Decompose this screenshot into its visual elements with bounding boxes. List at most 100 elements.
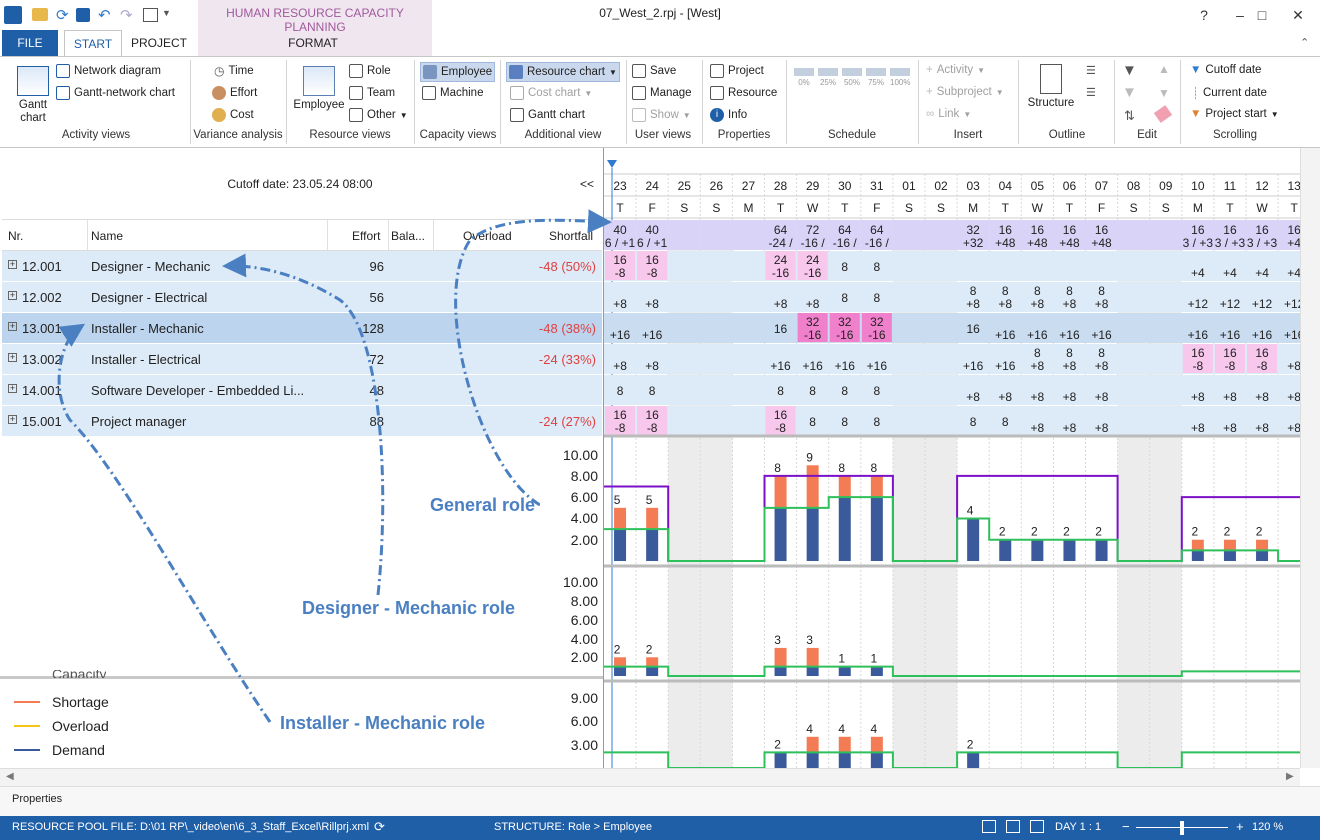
- resource-chart-button[interactable]: Resource chart ▼: [506, 62, 620, 82]
- close-button[interactable]: ✕: [1276, 2, 1320, 28]
- cell-balance: +16: [1091, 328, 1112, 342]
- variance-cost-button[interactable]: Cost: [212, 108, 254, 122]
- sync-icon[interactable]: ⟳: [374, 819, 385, 835]
- scroll-current-button[interactable]: ┊ Current date: [1192, 86, 1267, 100]
- table-row[interactable]: +14.001 Software Developer - Embedded Li.…: [2, 375, 602, 406]
- save-icon[interactable]: [76, 8, 90, 22]
- gantt-network-button[interactable]: Gantt-network chart: [56, 86, 175, 100]
- cost-chart-button[interactable]: Cost chart ▼: [510, 86, 592, 100]
- table-row[interactable]: +12.002 Designer - Electrical 56: [2, 282, 602, 313]
- column-divider[interactable]: [327, 220, 328, 250]
- horizontal-scrollbar[interactable]: ◀ ▶: [0, 768, 1300, 786]
- column-divider[interactable]: [433, 220, 434, 250]
- collapse-ribbon-icon[interactable]: ⌃: [1300, 36, 1309, 49]
- zoom-out-icon[interactable]: −: [1122, 819, 1130, 834]
- schedule-progress-button[interactable]: 100%: [890, 68, 910, 87]
- column-header-shortfall[interactable]: Shortfall: [549, 229, 593, 243]
- insert-activity-button[interactable]: + Activity ▼: [926, 64, 985, 76]
- redo-icon[interactable]: ↷: [120, 6, 133, 24]
- cell-balance: +8: [1287, 390, 1300, 404]
- tab-file[interactable]: FILE: [2, 30, 58, 56]
- variance-effort-button[interactable]: Effort: [212, 86, 257, 100]
- resource-props-button[interactable]: Resource: [710, 86, 777, 100]
- save-view-button[interactable]: Save: [632, 64, 676, 78]
- vertical-scrollbar[interactable]: [1300, 148, 1320, 768]
- sort-icon[interactable]: ⇅: [1124, 108, 1135, 124]
- gantt-chart-button[interactable]: Gantt chart: [16, 66, 50, 125]
- tab-project[interactable]: PROJECT: [128, 30, 190, 56]
- legend-overload-swatch: [14, 725, 40, 727]
- expand-row-icon[interactable]: +: [8, 415, 17, 424]
- tab-format[interactable]: FORMAT: [270, 30, 356, 56]
- pane-divider[interactable]: [603, 148, 604, 768]
- info-button[interactable]: i Info: [710, 108, 747, 122]
- table-row[interactable]: +13.002 Installer - Electrical 72 -24 (33%): [2, 344, 602, 375]
- zoom-in-icon[interactable]: +: [1236, 819, 1244, 834]
- network-diagram-button[interactable]: Network diagram: [56, 64, 161, 78]
- filter-icon[interactable]: ▼: [1122, 62, 1137, 79]
- gantt-chart-addview-button[interactable]: Gantt chart: [510, 108, 585, 122]
- schedule-progress-button[interactable]: 50%: [842, 68, 862, 87]
- qat-dropdown-icon[interactable]: ▼: [162, 8, 171, 18]
- scroll-right-icon[interactable]: ▶: [1286, 771, 1294, 782]
- column-header-nr[interactable]: Nr.: [8, 229, 23, 243]
- view-normal-icon[interactable]: [982, 820, 996, 833]
- role-view-button[interactable]: Role: [349, 64, 391, 78]
- open-folder-icon[interactable]: [32, 8, 48, 21]
- other-view-button[interactable]: Other ▼: [349, 108, 408, 122]
- capacity-employee-button[interactable]: Employee: [420, 62, 496, 82]
- collapse-grid-button[interactable]: <<: [580, 177, 594, 191]
- column-header-overload[interactable]: Overload: [463, 229, 512, 243]
- schedule-progress-button[interactable]: 25%: [818, 68, 838, 87]
- chart-ytick-label: 2.00: [540, 531, 598, 548]
- column-divider[interactable]: [388, 220, 389, 250]
- expand-row-icon[interactable]: +: [8, 384, 17, 393]
- table-row[interactable]: +15.001 Project manager 88 -24 (27%): [2, 406, 602, 437]
- schedule-progress-buttons[interactable]: 0% 25% 50% 75% 100%: [794, 68, 912, 92]
- table-row[interactable]: +13.001 Installer - Mechanic 128 -48 (38%): [2, 313, 602, 344]
- summary-cell: [668, 220, 701, 250]
- manage-views-button[interactable]: Manage: [632, 86, 692, 100]
- structure-button[interactable]: Structure: [1026, 64, 1076, 109]
- window-icon[interactable]: [143, 8, 158, 22]
- insert-subproject-button[interactable]: + Subproject ▼: [926, 86, 1004, 98]
- capacity-machine-button[interactable]: Machine: [422, 86, 483, 100]
- view-grid-icon[interactable]: [1006, 820, 1020, 833]
- column-header-name[interactable]: Name: [91, 229, 123, 243]
- filter-clear-icon[interactable]: ▼: [1122, 84, 1137, 101]
- outline-indent-icon[interactable]: ☰: [1086, 64, 1096, 77]
- schedule-progress-button[interactable]: 0%: [794, 68, 814, 87]
- scroll-left-icon[interactable]: ◀: [6, 771, 14, 782]
- show-view-button[interactable]: Show ▼: [632, 108, 691, 122]
- outline-expand-icon[interactable]: ☰: [1086, 86, 1096, 99]
- expand-row-icon[interactable]: +: [8, 322, 17, 331]
- column-header-effort[interactable]: Effort: [352, 229, 380, 243]
- status-day-scale: DAY 1 : 1: [1055, 821, 1102, 833]
- plus-icon: +: [926, 86, 933, 98]
- expand-row-icon[interactable]: +: [8, 260, 17, 269]
- move-up-icon[interactable]: ▲: [1158, 62, 1170, 76]
- team-view-button[interactable]: Team: [349, 86, 395, 100]
- move-down-icon[interactable]: ▼: [1158, 86, 1170, 100]
- refresh-icon[interactable]: ⟳: [56, 6, 69, 24]
- undo-icon[interactable]: ↶: [98, 6, 111, 24]
- schedule-progress-button[interactable]: 75%: [866, 68, 886, 87]
- table-row[interactable]: +12.001 Designer - Mechanic 96 -48 (50%): [2, 251, 602, 282]
- tab-start[interactable]: START: [64, 30, 122, 57]
- group-separator: [500, 60, 501, 144]
- column-header-balance[interactable]: Bala...: [391, 229, 425, 243]
- insert-link-button[interactable]: ∞ Link ▼: [926, 108, 971, 120]
- row-effort: 72: [369, 352, 384, 367]
- column-divider[interactable]: [87, 220, 88, 250]
- variance-time-button[interactable]: ◷ Time: [214, 64, 254, 78]
- properties-pane[interactable]: Properties: [0, 786, 1320, 816]
- zoom-slider-thumb[interactable]: [1180, 821, 1184, 835]
- bar-value-label: 5: [614, 493, 621, 507]
- project-props-button[interactable]: Project: [710, 64, 764, 78]
- employee-view-button[interactable]: Employee: [292, 66, 346, 111]
- expand-row-icon[interactable]: +: [8, 353, 17, 362]
- scroll-project-start-button[interactable]: ▼ Project start ▼: [1190, 108, 1279, 120]
- scroll-cutoff-button[interactable]: ▼ Cutoff date: [1190, 64, 1261, 76]
- view-fit-icon[interactable]: [1030, 820, 1044, 833]
- expand-row-icon[interactable]: +: [8, 291, 17, 300]
